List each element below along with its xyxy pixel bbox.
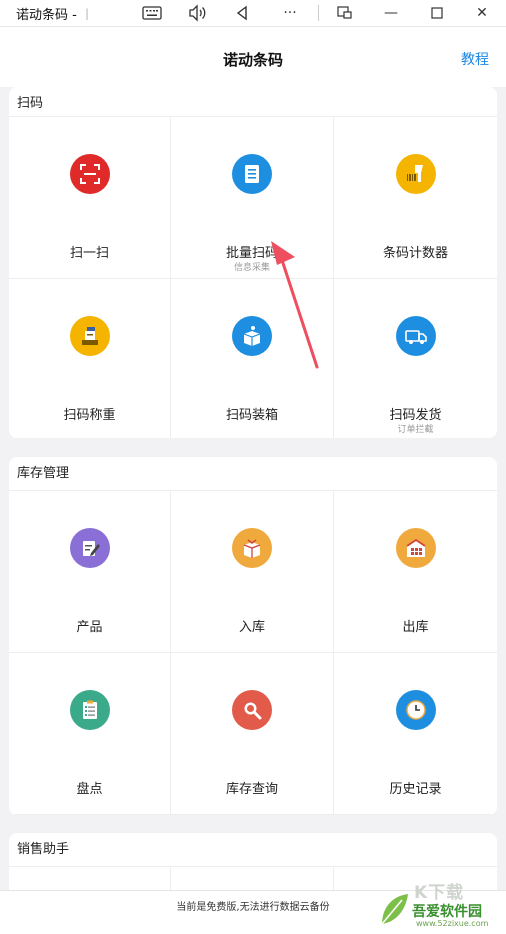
window-title: 诺动条码 - ㅣ — [16, 7, 93, 23]
close-icon[interactable]: ✕ — [465, 0, 499, 26]
scale-icon — [69, 316, 110, 356]
grid-item-outbound[interactable]: 出库 — [334, 491, 497, 653]
leaf-logo-icon — [381, 894, 408, 925]
grid-item-stocktake[interactable]: 盘点 — [9, 653, 171, 815]
grid-item-label: 扫码装箱 — [225, 408, 278, 423]
grid-item-barcode-counter[interactable]: 条码计数器 — [334, 117, 497, 279]
app-header: 诺动条码 教程 — [0, 27, 506, 87]
grid-item-inbound[interactable]: 入库 — [171, 491, 334, 653]
grid-item-scan-weigh[interactable]: 扫码称重 — [9, 279, 171, 438]
section-title: 库存管理 — [9, 457, 497, 491]
grid-item-label: 产品 — [76, 620, 103, 635]
section-title: 扫码 — [9, 87, 497, 117]
volume-icon[interactable] — [180, 0, 214, 26]
barcode-scanner-icon — [395, 154, 436, 194]
grid-item-label: 扫码发货 — [389, 408, 442, 423]
section-title: 销售助手 — [9, 833, 497, 867]
warehouse-icon — [395, 528, 436, 568]
grid-item-label: 入库 — [238, 620, 265, 635]
grid-item-scan-ship[interactable]: 扫码发货 订单拦截 — [334, 279, 497, 438]
document-icon — [232, 154, 272, 194]
grid-item-product[interactable]: 产品 — [9, 491, 171, 653]
grid-item-label: 出库 — [402, 620, 429, 635]
grid-item-scan[interactable]: 扫一扫 — [9, 117, 171, 279]
grid-item-label: 扫一扫 — [69, 246, 109, 261]
grid-item-label: 库存查询 — [225, 782, 278, 797]
clock-icon — [395, 690, 436, 730]
checklist-icon — [69, 690, 110, 730]
grid-item-label: 条码计数器 — [382, 246, 448, 261]
tutorial-link[interactable]: 教程 — [461, 49, 489, 69]
section-scan: 扫码 扫一扫 批量扫码 信息采集 条码计数器 扫码称重 扫码装箱 扫码发货 订单… — [9, 87, 497, 438]
truck-icon — [395, 316, 436, 356]
grid-item-inventory-query[interactable]: 库存查询 — [171, 653, 334, 815]
back-triangle-icon[interactable] — [225, 0, 259, 26]
page-title: 诺动条码 — [222, 51, 283, 69]
annotation-arrow-icon — [271, 241, 319, 369]
watermark: K下载 吾爱软件园 www.52zixue.com — [372, 878, 502, 930]
grid-item-sublabel: 订单拦截 — [397, 425, 434, 435]
inbound-box-icon — [232, 528, 272, 568]
grid-item-label: 盘点 — [76, 782, 103, 797]
keyboard-icon[interactable] — [135, 0, 169, 26]
product-icon — [69, 528, 110, 568]
grid-item-label: 历史记录 — [389, 782, 442, 797]
watermark-url: www.52zixue.com — [416, 919, 489, 928]
search-icon — [232, 690, 272, 730]
window-titlebar: 诺动条码 - ㅣ ··· — ✕ — [0, 0, 506, 27]
section-inventory: 库存管理 产品 入库 出库 盘点 库存查询 历史记录 — [9, 457, 497, 815]
pip-icon[interactable] — [328, 0, 362, 26]
more-icon[interactable]: ··· — [273, 0, 307, 26]
maximize-icon[interactable] — [420, 0, 454, 26]
watermark-name: 吾爱软件园 — [412, 904, 482, 920]
watermark-top-text: K下载 — [414, 883, 465, 903]
titlebar-divider — [318, 5, 319, 21]
minimize-icon[interactable]: — — [374, 0, 408, 26]
grid-item-history[interactable]: 历史记录 — [334, 653, 497, 815]
grid-item-label: 扫码称重 — [63, 408, 116, 423]
scan-icon — [69, 154, 110, 194]
